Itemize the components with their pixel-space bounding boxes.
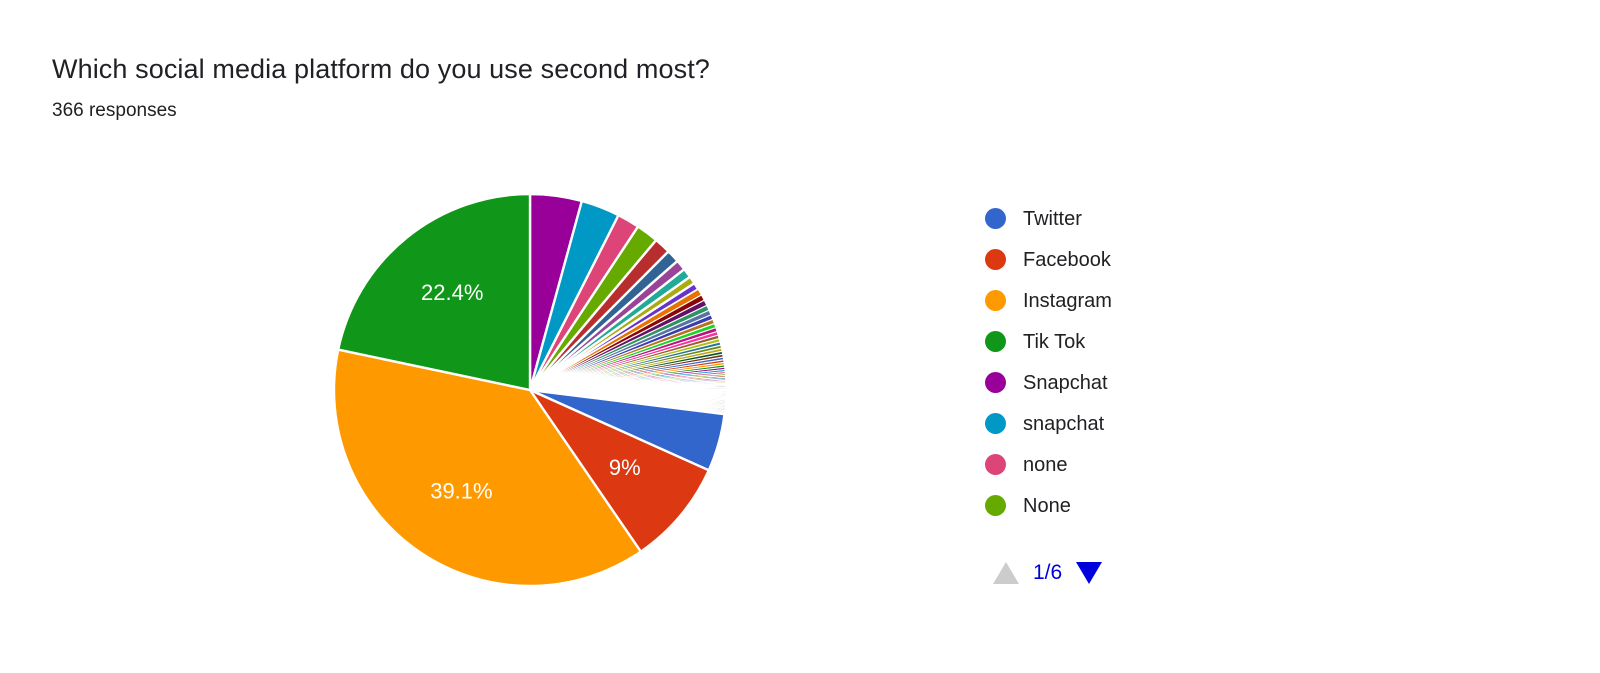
pie-chart-page: Which social media platform do you use s… (0, 0, 1600, 673)
legend-color-swatch (985, 495, 1006, 516)
pie-slice-group[interactable] (332, 192, 727, 588)
legend-item[interactable]: Tik Tok (985, 321, 1315, 362)
legend-item[interactable]: Facebook (985, 239, 1315, 280)
response-count: 366 responses (52, 100, 177, 121)
legend-item[interactable]: snapchat (985, 403, 1315, 444)
legend-item-label: none (1023, 453, 1068, 476)
legend-color-swatch (985, 372, 1006, 393)
legend-item-label: snapchat (1023, 412, 1105, 435)
legend-item-list: Twitter Facebook Instagram Tik Tok Snapchat s… (985, 198, 1315, 526)
legend-item-label: Snapchat (1023, 371, 1108, 394)
legend-color-swatch (985, 290, 1006, 311)
legend-item-label: None (1023, 494, 1071, 517)
chart-header: Which social media platform do you use s… (52, 52, 710, 124)
legend-color-swatch (985, 413, 1006, 434)
legend-item[interactable]: none (985, 444, 1315, 485)
legend-item[interactable]: Snapchat (985, 362, 1315, 403)
triangle-down-icon[interactable] (1076, 562, 1103, 584)
legend-color-swatch (985, 249, 1006, 270)
legend-page-indicator: 1/6 (1033, 561, 1063, 584)
legend-item[interactable]: Twitter (985, 198, 1315, 239)
page-title: Which social media platform do you use s… (52, 54, 710, 84)
chart-legend: Twitter Facebook Instagram Tik Tok Snapchat s… (985, 198, 1315, 588)
legend-color-swatch (985, 208, 1006, 229)
chart-area: 9% 39.1% 22.4% Twitter Facebook Instagram Tik… (0, 150, 1600, 620)
legend-color-swatch (985, 331, 1006, 352)
legend-item-label: Instagram (1023, 289, 1112, 312)
pie-chart[interactable]: 9% 39.1% 22.4% (310, 170, 750, 610)
pie-chart-svg[interactable]: 9%39.1%22.4% (310, 170, 750, 610)
legend-item-label: Tik Tok (1023, 330, 1086, 353)
legend-item[interactable]: None (985, 485, 1315, 526)
triangle-up-icon[interactable] (993, 562, 1019, 584)
legend-item-label: Facebook (1023, 248, 1111, 271)
legend-color-swatch (985, 454, 1006, 475)
legend-item[interactable]: Instagram (985, 280, 1315, 321)
legend-item-label: Twitter (1023, 207, 1082, 230)
legend-pager[interactable]: 1/6 (991, 558, 1315, 588)
